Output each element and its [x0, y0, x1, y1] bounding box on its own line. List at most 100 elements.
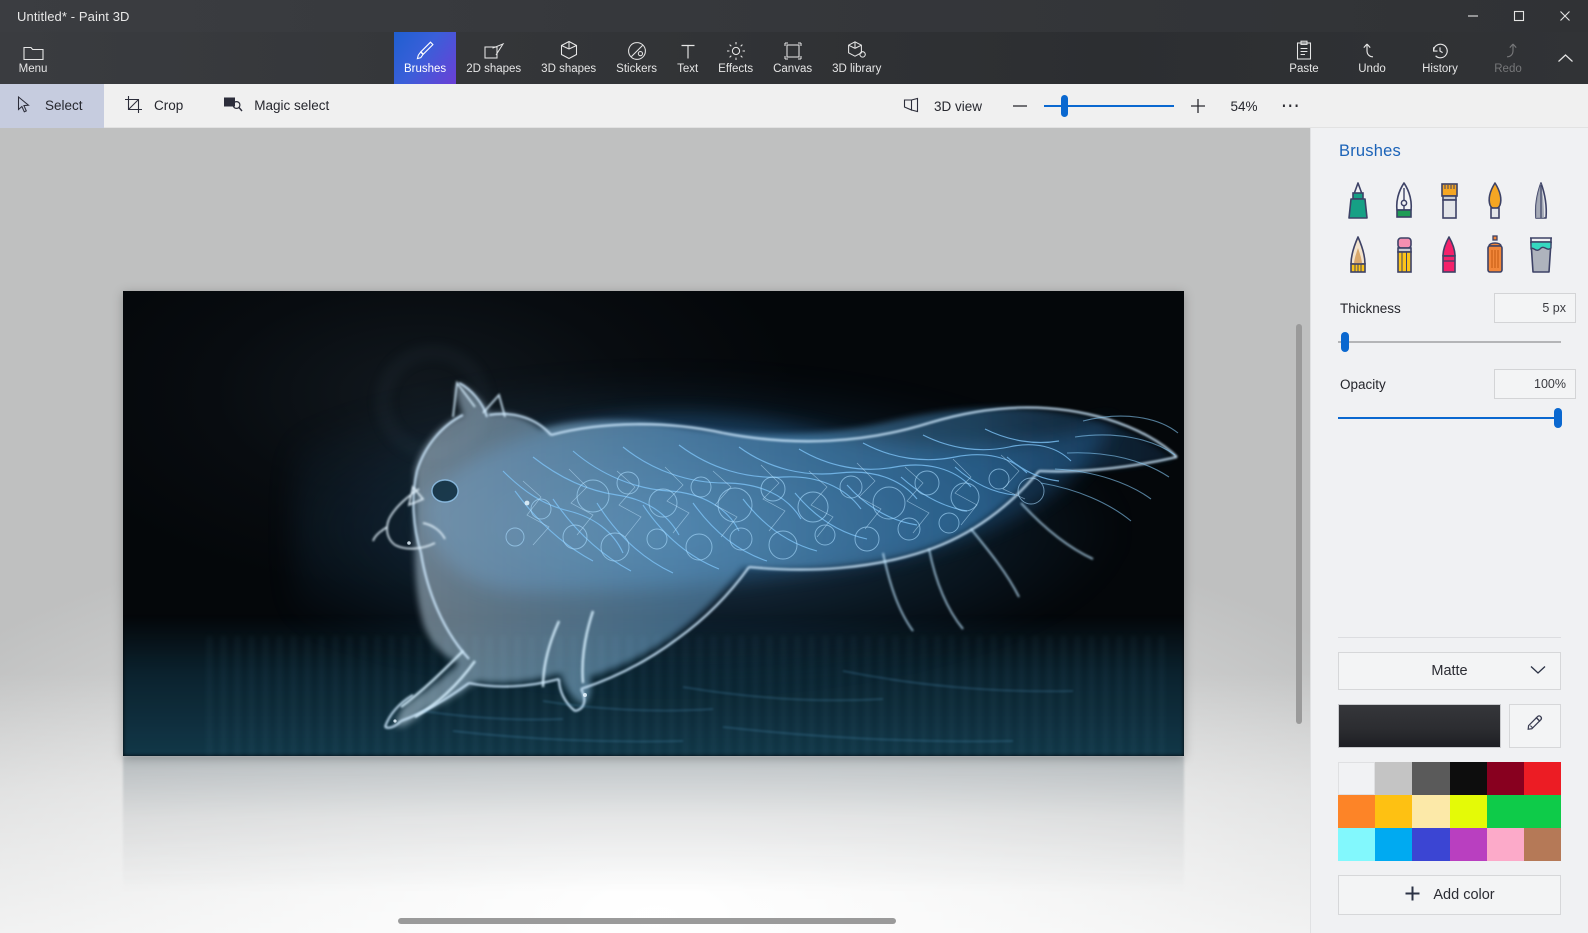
oil-brush[interactable] — [1427, 177, 1471, 225]
history-label: History — [1422, 63, 1458, 75]
add-color-label: Add color — [1433, 887, 1495, 903]
spray-can-brush[interactable] — [1473, 231, 1517, 279]
redo-button[interactable]: Redo — [1474, 32, 1542, 84]
thickness-slider[interactable] — [1338, 329, 1561, 355]
crayon-brush[interactable] — [1427, 231, 1471, 279]
palette-swatch[interactable] — [1412, 762, 1450, 795]
magic-select-icon — [223, 96, 243, 116]
palette-swatch[interactable] — [1449, 795, 1487, 828]
eraser-brush[interactable] — [1382, 231, 1426, 279]
vertical-scrollbar[interactable] — [1284, 128, 1310, 933]
palette-swatch[interactable] — [1412, 795, 1450, 828]
tab-3d-library[interactable]: 3D library — [822, 32, 891, 84]
tab-stickers[interactable]: Stickers — [606, 32, 667, 84]
zoom-out-button[interactable] — [1002, 84, 1038, 128]
palette-swatch[interactable] — [1338, 828, 1376, 861]
pixel-pen-brush[interactable] — [1519, 177, 1563, 225]
undo-icon — [1362, 39, 1382, 61]
tab-2d-shapes[interactable]: 2D shapes — [456, 32, 531, 84]
close-icon[interactable] — [1542, 0, 1588, 32]
history-button[interactable]: History — [1406, 32, 1474, 84]
palette-swatch[interactable] — [1523, 828, 1561, 861]
palette-swatch[interactable] — [1486, 762, 1524, 795]
panel-title: Brushes — [1339, 142, 1401, 160]
palette-swatch[interactable] — [1523, 762, 1561, 795]
tab-canvas[interactable]: Canvas — [763, 32, 822, 84]
horizontal-scrollbar-thumb[interactable] — [398, 918, 896, 924]
tab-3d-library-label: 3D library — [832, 63, 882, 75]
tab-text[interactable]: Text — [667, 32, 708, 84]
3d-view-label: 3D view — [933, 98, 982, 114]
palette-swatch[interactable] — [1486, 828, 1524, 861]
crop-tool-button[interactable]: Crop — [104, 84, 203, 128]
palette-swatch[interactable] — [1449, 762, 1487, 795]
select-label: Select — [45, 98, 83, 113]
tab-3d-shapes[interactable]: 3D shapes — [531, 32, 606, 84]
text-icon — [679, 39, 697, 61]
pencil-brush[interactable] — [1336, 231, 1380, 279]
palette-swatch[interactable] — [1523, 795, 1561, 828]
crop-icon — [124, 95, 143, 117]
add-color-button[interactable]: Add color — [1338, 875, 1561, 915]
paste-icon — [1295, 39, 1313, 61]
material-dropdown[interactable]: Matte — [1338, 652, 1561, 690]
fill-bucket-brush[interactable] — [1519, 231, 1563, 279]
tab-2d-shapes-label: 2D shapes — [466, 63, 522, 75]
current-color-swatch[interactable] — [1338, 704, 1501, 748]
zoom-in-button[interactable] — [1180, 84, 1216, 128]
tab-3d-shapes-label: 3D shapes — [541, 63, 597, 75]
horizontal-scrollbar[interactable] — [0, 915, 1310, 927]
thickness-slider-track — [1338, 341, 1561, 343]
brushes-panel: Brushes Thickness 5 px Opacity 100% Matt… — [1310, 128, 1588, 933]
marker-brush[interactable] — [1336, 177, 1380, 225]
magic-select-label: Magic select — [254, 98, 330, 113]
select-tool-button[interactable]: Select — [0, 83, 104, 128]
tab-effects[interactable]: Effects — [708, 32, 763, 84]
menu-button[interactable]: Menu — [0, 32, 66, 84]
glowing-blue-cheetah-artwork[interactable] — [123, 291, 1184, 756]
canvas-stage[interactable] — [0, 128, 1310, 933]
chevron-up-icon[interactable] — [1542, 32, 1588, 84]
palette-swatch[interactable] — [1486, 795, 1524, 828]
watercolor-brush[interactable] — [1473, 177, 1517, 225]
color-palette[interactable] — [1338, 762, 1561, 861]
calligraphy-pen-brush[interactable] — [1382, 177, 1426, 225]
zoom-percentage: 54% — [1230, 98, 1258, 114]
thickness-slider-thumb[interactable] — [1340, 332, 1349, 352]
zoom-slider-thumb[interactable] — [1061, 95, 1069, 117]
crop-label: Crop — [154, 98, 184, 113]
maximize-icon[interactable] — [1496, 0, 1542, 32]
tab-brushes[interactable]: Brushes — [394, 32, 457, 84]
undo-button[interactable]: Undo — [1338, 32, 1406, 84]
window-controls — [1450, 0, 1588, 32]
tab-effects-label: Effects — [718, 63, 754, 75]
thickness-value[interactable]: 5 px — [1494, 293, 1576, 323]
paste-button[interactable]: Paste — [1270, 32, 1338, 84]
opacity-value[interactable]: 100% — [1494, 369, 1576, 399]
chevron-down-icon — [1530, 663, 1546, 679]
palette-swatch[interactable] — [1375, 762, 1413, 795]
opacity-slider[interactable] — [1338, 405, 1562, 431]
opacity-slider-thumb[interactable] — [1554, 408, 1562, 428]
vertical-scrollbar-thumb[interactable] — [1296, 324, 1302, 724]
palette-swatch[interactable] — [1375, 828, 1413, 861]
palette-swatch[interactable] — [1338, 795, 1376, 828]
tab-text-label: Text — [677, 63, 699, 75]
ellipsis-icon[interactable]: ⋯ — [1272, 84, 1310, 128]
undo-label: Undo — [1358, 63, 1386, 75]
minimize-icon[interactable] — [1450, 0, 1496, 32]
tool-tabs: Brushes 2D shapes 3D shapes Stickers Tex… — [394, 32, 891, 84]
palette-swatch[interactable] — [1338, 762, 1376, 795]
eyedropper-button[interactable] — [1509, 704, 1561, 748]
opacity-slider-fill — [1338, 417, 1561, 419]
zoom-slider[interactable] — [1044, 84, 1174, 128]
panel-divider — [1338, 637, 1561, 638]
magic-select-button[interactable]: Magic select — [203, 84, 349, 128]
palette-swatch[interactable] — [1412, 828, 1450, 861]
palette-swatch[interactable] — [1375, 795, 1413, 828]
palette-swatch[interactable] — [1449, 828, 1487, 861]
artboard-wrapper[interactable] — [123, 291, 1184, 756]
3d-view-button[interactable]: 3D view — [883, 84, 1002, 128]
redo-icon — [1498, 39, 1518, 61]
effects-icon — [726, 39, 746, 61]
